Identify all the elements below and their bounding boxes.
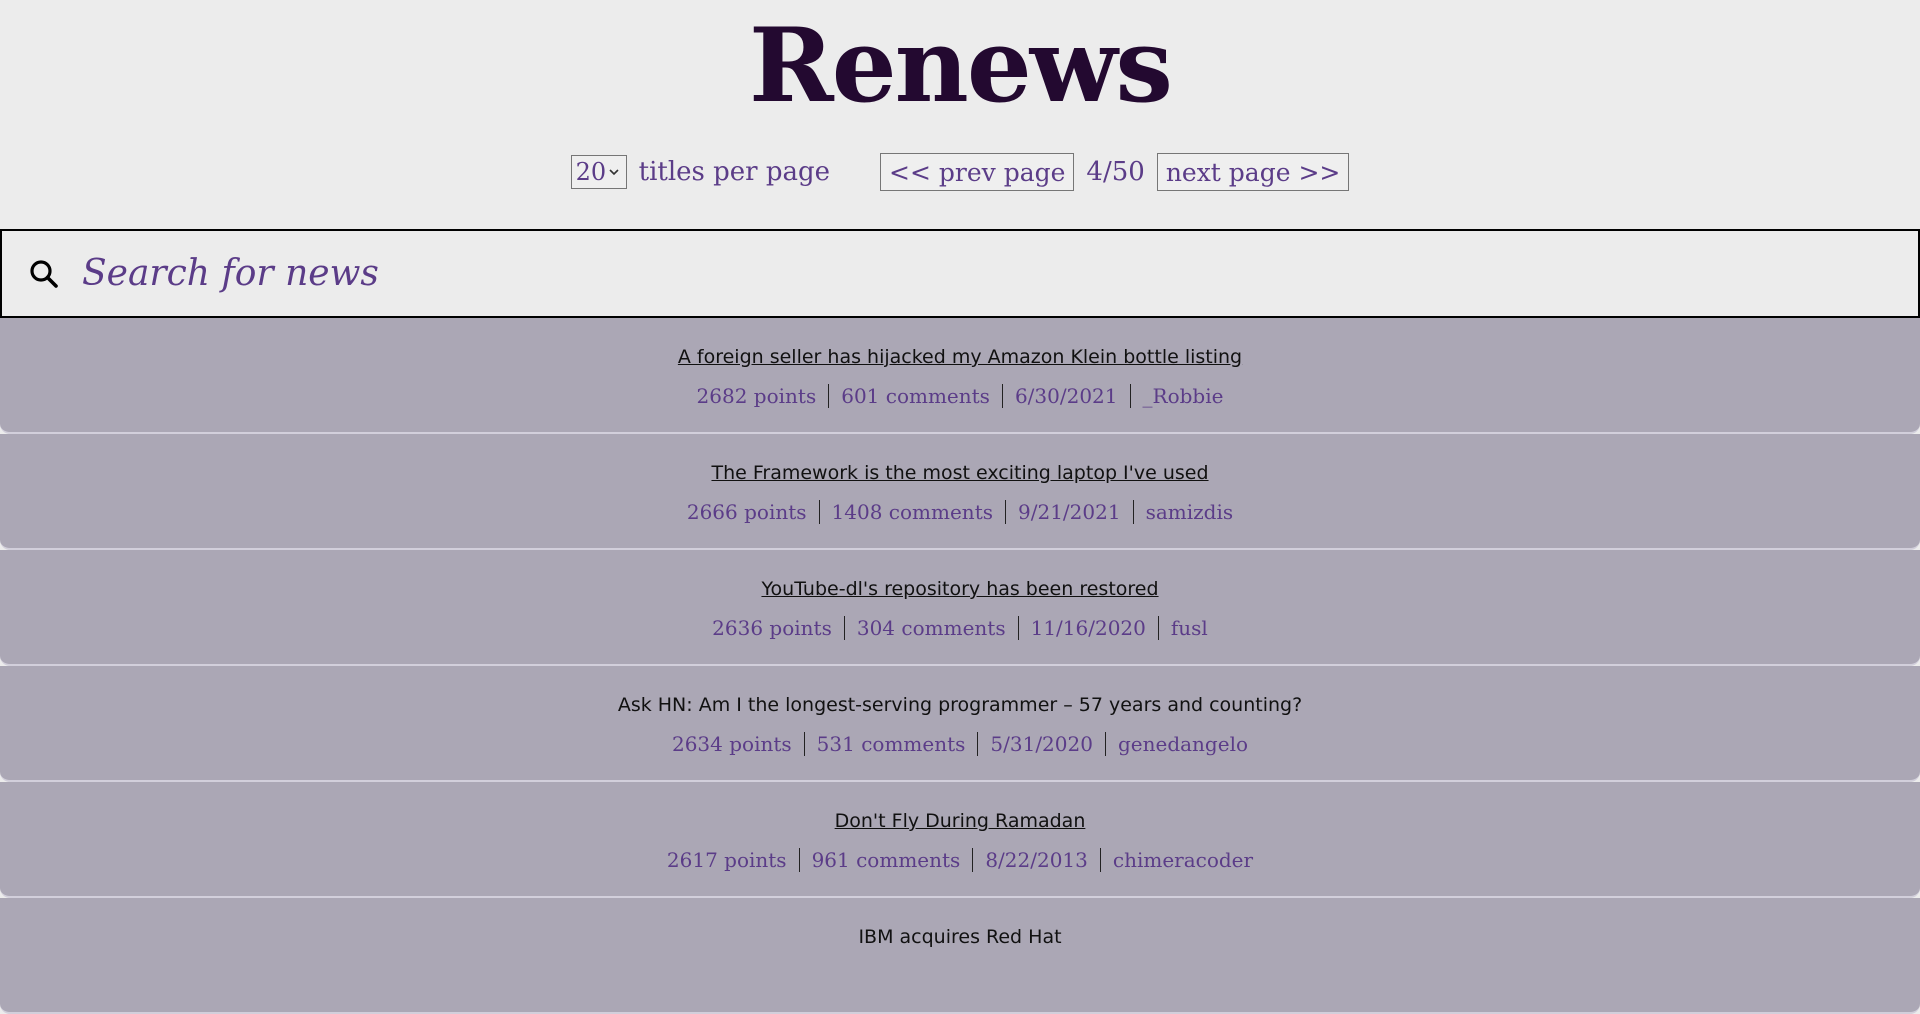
author-name[interactable]: fusl bbox=[1159, 615, 1220, 641]
per-page-value: 20 bbox=[575, 158, 607, 186]
post-date: 9/21/2021 bbox=[1018, 500, 1121, 524]
comments-count[interactable]: 304 comments bbox=[845, 615, 1018, 641]
chevron-down-icon bbox=[609, 169, 619, 176]
list-item: IBM acquires Red Hat bbox=[0, 898, 1920, 1014]
per-page-select[interactable]: 20 bbox=[570, 155, 627, 189]
author-name[interactable]: genedangelo bbox=[1106, 731, 1260, 757]
news-title[interactable]: Ask HN: Am I the longest-serving program… bbox=[0, 693, 1920, 717]
news-list: A foreign seller has hijacked my Amazon … bbox=[0, 318, 1920, 1014]
pagination-controls: 20 titles per page << prev page 4/50 nex… bbox=[0, 153, 1920, 191]
per-page-label: titles per page bbox=[638, 157, 831, 187]
news-title-link[interactable]: YouTube-dl's repository has been restore… bbox=[0, 577, 1920, 601]
next-page-button[interactable]: next page >> bbox=[1156, 153, 1350, 191]
post-date: 5/31/2020 bbox=[990, 732, 1093, 756]
page-header: Renews 20 titles per page << prev page 4… bbox=[0, 0, 1920, 228]
news-title-link[interactable]: Don't Fly During Ramadan bbox=[0, 809, 1920, 833]
list-item: Ask HN: Am I the longest-serving program… bbox=[0, 666, 1920, 782]
comments-count[interactable]: 961 comments bbox=[800, 847, 973, 873]
author-name[interactable]: _Robbie bbox=[1131, 383, 1236, 409]
news-meta: 2617 points 961 comments 8/22/2013 chime… bbox=[0, 847, 1920, 873]
prev-page-button[interactable]: << prev page bbox=[880, 153, 1075, 191]
app-title: Renews bbox=[749, 6, 1173, 126]
comments-count[interactable]: 531 comments bbox=[805, 731, 978, 757]
post-date: 6/30/2021 bbox=[1014, 384, 1118, 408]
news-meta: 2666 points 1408 comments 9/21/2021 sami… bbox=[0, 499, 1920, 525]
comments-count[interactable]: 601 comments bbox=[829, 383, 1002, 409]
author-name[interactable]: chimeracoder bbox=[1101, 847, 1265, 873]
points-count: 2666 points bbox=[686, 500, 807, 524]
news-title[interactable]: IBM acquires Red Hat bbox=[0, 925, 1920, 949]
news-title-link[interactable]: The Framework is the most exciting lapto… bbox=[0, 461, 1920, 485]
comments-count[interactable]: 1408 comments bbox=[820, 499, 1005, 525]
list-item: The Framework is the most exciting lapto… bbox=[0, 434, 1920, 550]
points-count: 2636 points bbox=[712, 616, 832, 640]
post-date: 8/22/2013 bbox=[985, 848, 1088, 872]
list-item: A foreign seller has hijacked my Amazon … bbox=[0, 318, 1920, 434]
points-count: 2617 points bbox=[666, 848, 787, 872]
author-name[interactable]: samizdis bbox=[1134, 499, 1246, 525]
points-count: 2634 points bbox=[671, 732, 792, 756]
news-meta: 2682 points 601 comments 6/30/2021 _Robb… bbox=[0, 383, 1920, 409]
search-icon bbox=[30, 259, 58, 288]
post-date: 11/16/2020 bbox=[1030, 616, 1146, 640]
news-meta: 2634 points 531 comments 5/31/2020 gened… bbox=[0, 731, 1920, 757]
page-indicator: 4/50 bbox=[1086, 157, 1145, 187]
points-count: 2682 points bbox=[696, 384, 817, 408]
search-bar[interactable] bbox=[0, 229, 1920, 318]
news-title-link[interactable]: A foreign seller has hijacked my Amazon … bbox=[0, 345, 1920, 369]
list-item: Don't Fly During Ramadan 2617 points 961… bbox=[0, 782, 1920, 898]
search-input[interactable] bbox=[80, 252, 1784, 295]
news-meta: 2636 points 304 comments 11/16/2020 fusl bbox=[0, 615, 1920, 641]
list-item: YouTube-dl's repository has been restore… bbox=[0, 550, 1920, 666]
